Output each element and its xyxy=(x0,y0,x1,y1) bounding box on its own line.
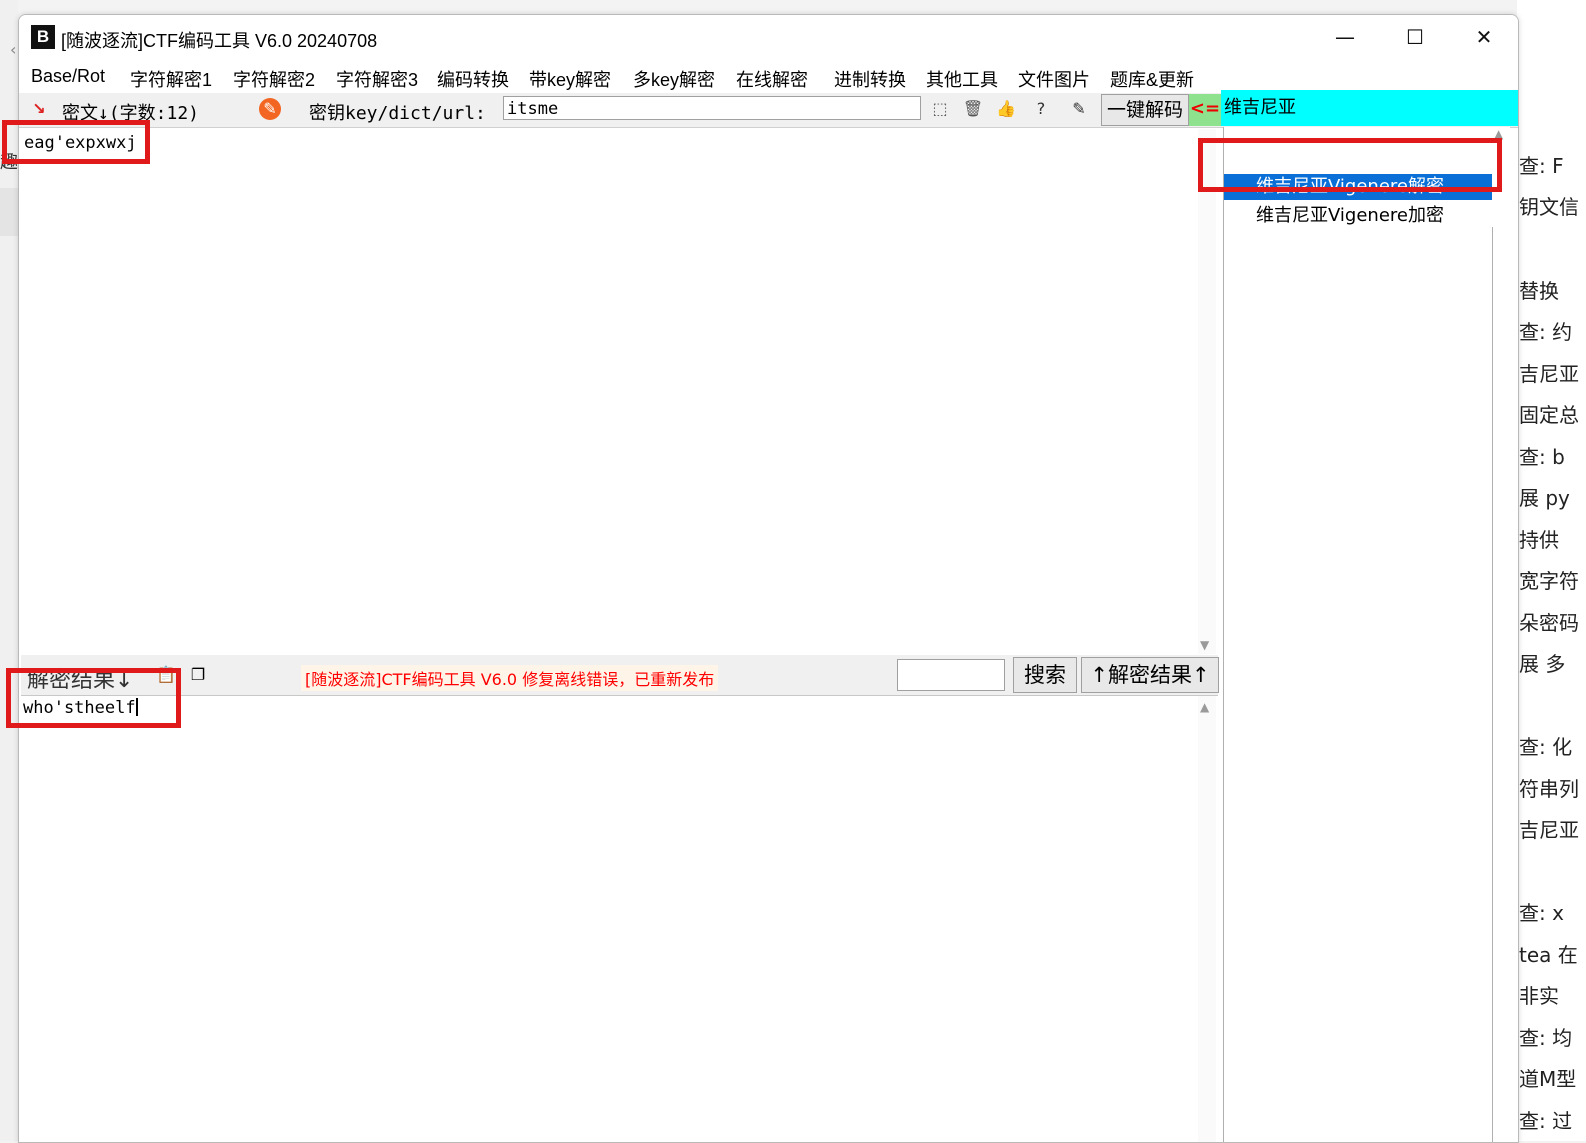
menu-bar: Base/Rot 字符解密1 字符解密2 字符解密3 编码转换 带key解密 多… xyxy=(19,59,1518,93)
background-text-line: 查: 均 xyxy=(1519,1026,1573,1050)
cipher-textarea[interactable]: eag'expxwxj xyxy=(21,129,1198,654)
algorithm-select[interactable]: 维吉尼亚 xyxy=(1221,90,1518,126)
background-text-line: 吉尼亚 xyxy=(1519,818,1579,842)
close-button[interactable]: ✕ xyxy=(1449,15,1518,59)
import-icon[interactable]: ↘ xyxy=(28,98,50,120)
result-scrollbar[interactable]: ▲ xyxy=(1198,696,1216,1142)
menu-base-rot[interactable]: Base/Rot xyxy=(31,66,105,87)
background-left-edge: ‹ 趣 xyxy=(0,0,18,1141)
algorithm-list: 维吉尼亚Vigenere解密 维吉尼亚Vigenere加密 xyxy=(1223,127,1493,1142)
background-text-line: 查: 约 xyxy=(1519,320,1573,344)
search-button[interactable]: 搜索 xyxy=(1013,657,1077,693)
background-text-line: 查: b xyxy=(1519,445,1565,469)
background-text-line: 固定总 xyxy=(1519,403,1579,427)
search-input[interactable] xyxy=(897,659,1005,691)
copy-icon[interactable]: ❐ xyxy=(187,664,209,686)
menu-other-tools[interactable]: 其他工具 xyxy=(926,66,998,92)
background-text-line: 符串列 xyxy=(1519,777,1579,801)
arrow-indicator: <= xyxy=(1189,94,1221,126)
background-text-line: 展 多 xyxy=(1519,652,1566,676)
scroll-down-icon[interactable]: ▼ xyxy=(1200,638,1209,652)
background-text-line: 持供 xyxy=(1519,528,1559,552)
highlight-box-cipher xyxy=(2,120,150,164)
result-textarea[interactable]: who'stheelf xyxy=(21,696,1198,1142)
menu-encoding-convert[interactable]: 编码转换 xyxy=(437,66,509,92)
thumbs-up-icon[interactable]: 👍 xyxy=(995,98,1017,120)
edit-icon[interactable]: ✎ xyxy=(1068,98,1090,120)
scroll-up-icon[interactable]: ▲ xyxy=(1200,700,1209,714)
key-input[interactable]: itsme xyxy=(503,96,921,120)
background-right-panel: 查: F 钥文信 替换 查: 约 吉尼亚 固定总 查: b 展 py 持供 宽字… xyxy=(1517,0,1586,1141)
background-text-line: 查: 化 xyxy=(1519,735,1573,759)
background-text-line: 朵密码 xyxy=(1519,611,1579,635)
cipher-scrollbar[interactable]: ▼ xyxy=(1198,129,1216,654)
menu-key-decrypt[interactable]: 带key解密 xyxy=(529,66,611,92)
menu-problems-update[interactable]: 题库&更新 xyxy=(1110,66,1194,92)
background-text-line: 展 py xyxy=(1519,486,1570,510)
minimize-button[interactable]: — xyxy=(1310,15,1380,59)
title-bar[interactable]: B [随波逐流]CTF编码工具 V6.0 20240708 — ☐ ✕ xyxy=(19,15,1518,59)
trash-icon[interactable]: 🗑 xyxy=(962,98,984,120)
highlight-box-algorithm xyxy=(1198,138,1502,192)
background-text-line: 查: F xyxy=(1519,154,1564,178)
move-result-up-button[interactable]: ↑解密结果↑ xyxy=(1081,657,1219,693)
background-left-strip xyxy=(0,188,18,236)
highlight-box-result xyxy=(6,668,181,728)
background-text-line: 宽字符 xyxy=(1519,569,1579,593)
window-title: [随波逐流]CTF编码工具 V6.0 20240708 xyxy=(61,31,378,51)
result-bar: 解密结果↓ 📋 ❐ [随波逐流]CTF编码工具 V6.0 修复离线错误，已重新发… xyxy=(21,655,1219,696)
cursor-select-icon[interactable]: ⬚ xyxy=(929,98,951,120)
background-text-line: 替换 xyxy=(1519,279,1559,303)
menu-multi-key-decrypt[interactable]: 多key解密 xyxy=(633,66,715,92)
menu-base-convert[interactable]: 进制转换 xyxy=(834,66,906,92)
background-text-line: 道M型 xyxy=(1519,1067,1577,1091)
background-text-line: 钥文信 xyxy=(1519,195,1579,219)
menu-char-decrypt-1[interactable]: 字符解密1 xyxy=(130,66,212,92)
background-text-line: 查: 过 xyxy=(1519,1109,1573,1133)
help-icon[interactable]: ? xyxy=(1030,98,1052,120)
menu-char-decrypt-3[interactable]: 字符解密3 xyxy=(336,66,418,92)
key-label: 密钥key/dict/url: xyxy=(309,103,486,124)
background-left-mark: ‹ xyxy=(10,40,17,59)
background-text-line: 查: x xyxy=(1519,901,1564,925)
menu-file-image[interactable]: 文件图片 xyxy=(1018,66,1090,92)
algo-item-vigenere-encrypt[interactable]: 维吉尼亚Vigenere加密 xyxy=(1224,203,1492,229)
toolbar: ↘ 密文↓(字数:12) ✎ 密钥key/dict/url: itsme ⬚ 🗑… xyxy=(19,90,1518,128)
menu-char-decrypt-2[interactable]: 字符解密2 xyxy=(233,66,315,92)
background-text-line: tea 在 xyxy=(1519,943,1578,967)
update-notice: [随波逐流]CTF编码工具 V6.0 修复离线错误，已重新发布 xyxy=(301,665,719,691)
one-key-decode-button[interactable]: 一键解码 xyxy=(1101,94,1189,126)
menu-online-decrypt[interactable]: 在线解密 xyxy=(736,66,808,92)
app-logo-icon: B xyxy=(31,25,55,49)
maximize-button[interactable]: ☐ xyxy=(1380,15,1450,59)
edit-pen-icon[interactable]: ✎ xyxy=(259,98,281,120)
background-text-line: 吉尼亚 xyxy=(1519,362,1579,386)
background-text-line: 非实 xyxy=(1519,984,1559,1008)
